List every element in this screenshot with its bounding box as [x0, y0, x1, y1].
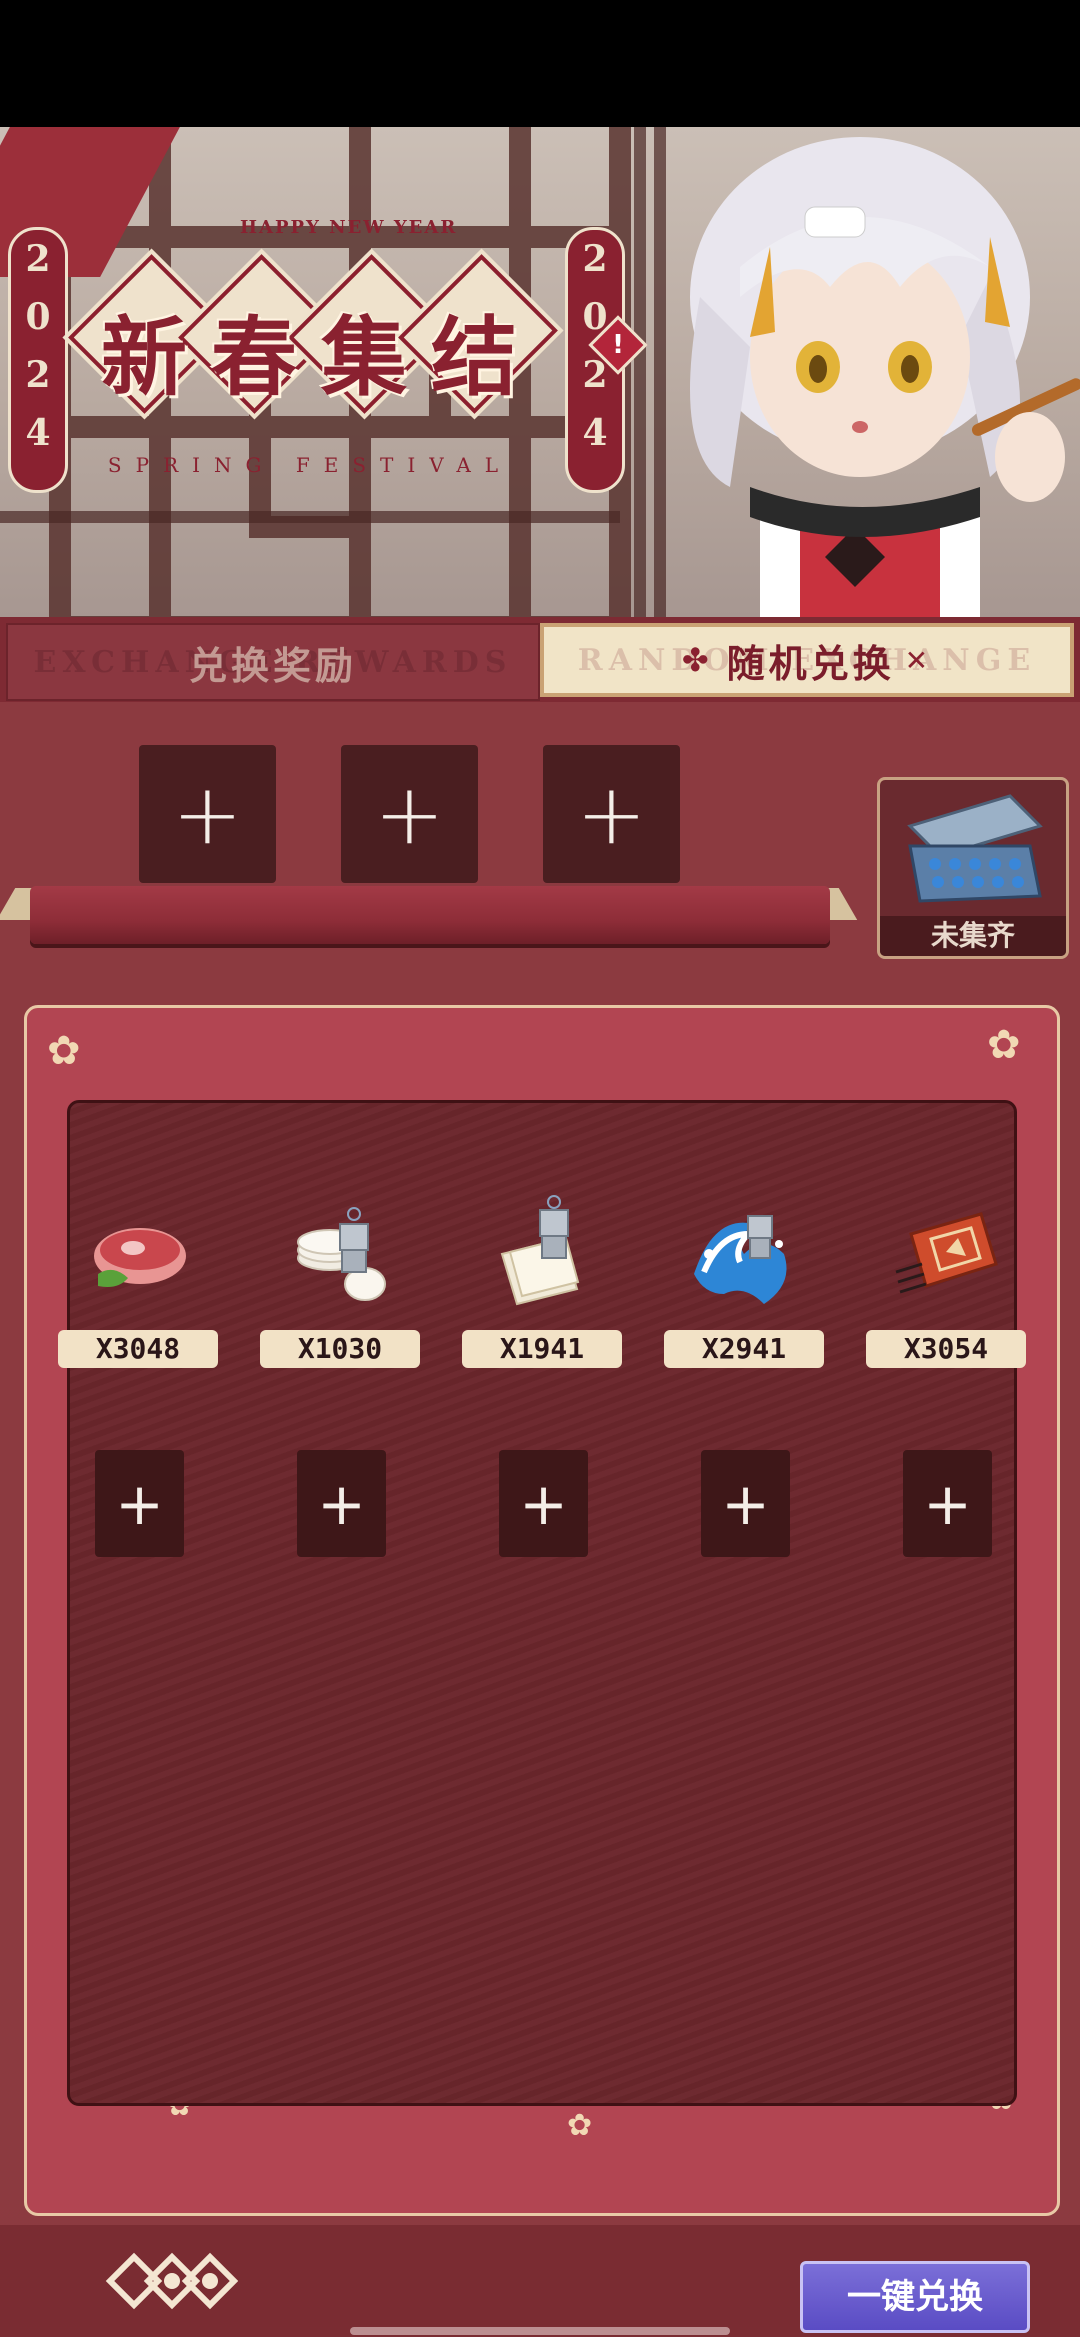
- tab-label: 随机兑换: [726, 641, 895, 686]
- meat-icon: [94, 1228, 186, 1287]
- exchange-slot[interactable]: +: [95, 1450, 184, 1557]
- spring-festival-text: SPRING FESTIVAL: [107, 453, 513, 477]
- plus-icon: +: [115, 1469, 164, 1538]
- item-meat[interactable]: X3048: [58, 1194, 218, 1384]
- plus-icon: +: [519, 1469, 568, 1538]
- treasure-box-icon: [907, 794, 1043, 903]
- item-matchbox[interactable]: X3054: [866, 1194, 1026, 1384]
- festival-title: HAPPY NEW YEAR 新 春 集 结 SPRING FESTIVAL: [68, 217, 558, 477]
- flower-icon: ✤: [681, 641, 713, 679]
- item-wave[interactable]: X2941: [664, 1194, 824, 1384]
- wave-icon: [694, 1215, 787, 1304]
- item-count: X3048: [58, 1330, 218, 1368]
- exchange-slot-top[interactable]: +: [543, 745, 680, 883]
- exchange-slot[interactable]: +: [297, 1450, 386, 1557]
- collection-box-button[interactable]: 未集齐: [877, 777, 1069, 959]
- blossom-icon: ✿: [987, 1022, 1021, 1068]
- exchange-slot-top[interactable]: +: [341, 745, 478, 883]
- item-count: X2941: [664, 1330, 824, 1368]
- year-badge-left: 2 0 2 4: [8, 227, 68, 493]
- blossom-icon: ✿: [567, 2108, 593, 2143]
- paper-icon: [500, 1195, 580, 1306]
- collection-status-label: 未集齐: [880, 916, 1066, 956]
- status-bar: [0, 0, 1080, 127]
- item-plates[interactable]: X1030: [260, 1194, 420, 1384]
- matchbox-icon: [895, 1212, 998, 1294]
- title-char: 春: [211, 307, 297, 408]
- tab-exchange-rewards[interactable]: EXCHANGE REWARDS 兑换奖励: [6, 623, 540, 701]
- plus-icon: +: [721, 1469, 770, 1538]
- back-icon[interactable]: [98, 2239, 238, 2323]
- item-panel: ✿ ✿ ✿ ✿ ✿ X3048: [24, 1005, 1060, 2216]
- title-char: 集: [321, 307, 407, 408]
- plus-icon: +: [172, 765, 243, 863]
- item-count: X3054: [866, 1330, 1026, 1368]
- title-char: 结: [431, 307, 517, 408]
- title-char: 新: [101, 307, 187, 408]
- exchange-all-button[interactable]: 一键兑换: [800, 2261, 1030, 2333]
- item-count: X1030: [260, 1330, 420, 1368]
- tab-label: 兑换奖励: [188, 643, 357, 688]
- plus-icon: +: [923, 1469, 972, 1538]
- item-count: X1941: [462, 1330, 622, 1368]
- plus-icon: +: [576, 765, 647, 863]
- home-indicator: [350, 2327, 730, 2335]
- tab-bar: EXCHANGE REWARDS 兑换奖励 RANDOM EXCHANGE ✤ …: [0, 617, 1080, 702]
- plus-icon: +: [374, 765, 445, 863]
- blossom-icon: ✿: [47, 1028, 81, 1074]
- plates-icon: [297, 1207, 386, 1301]
- item-grid: X3048 X1030 X1941 X2941 X3054 + + + + +: [58, 1100, 1026, 2106]
- exchange-slot[interactable]: +: [903, 1450, 992, 1557]
- plus-icon: +: [317, 1469, 366, 1538]
- character-illustration: [690, 137, 1080, 617]
- happy-new-year-text: HAPPY NEW YEAR: [240, 217, 458, 238]
- cross-ornament-icon: ✕: [904, 643, 933, 677]
- random-exchange-view: + + + 未集齐 ✿ ✿ ✿ ✿ ✿: [0, 702, 1080, 2337]
- display-shelf: [30, 886, 830, 944]
- footer-bar: 一键兑换: [0, 2225, 1080, 2337]
- exchange-slot-top[interactable]: +: [139, 745, 276, 883]
- item-paper[interactable]: X1941: [462, 1194, 622, 1384]
- exchange-slot[interactable]: +: [701, 1450, 790, 1557]
- tab-random-exchange[interactable]: RANDOM EXCHANGE ✤ 随机兑换 ✕: [540, 623, 1074, 697]
- exchange-slot[interactable]: +: [499, 1450, 588, 1557]
- event-banner: 2 0 2 4 2 0 2 4 HAPPY NEW YEAR 新 春 集 结 S…: [0, 127, 1080, 617]
